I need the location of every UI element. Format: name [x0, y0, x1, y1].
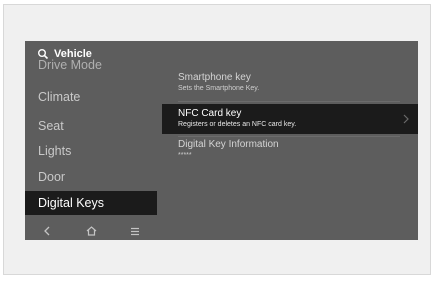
home-icon [86, 226, 96, 236]
row-title: Smartphone key [178, 72, 251, 83]
sidebar-item-climate[interactable]: Climate [25, 85, 157, 109]
divider [178, 101, 400, 102]
list-item-nfc-card-key[interactable]: NFC Card key Registers or deletes an NFC… [162, 104, 418, 134]
sidebar-item-label: Door [38, 170, 66, 184]
sidebar-item-label: Climate [38, 90, 81, 104]
sidebar-item-door[interactable]: Door [25, 165, 157, 189]
menu-button[interactable] [120, 222, 150, 240]
row-subtitle: ***** [178, 152, 192, 159]
bottom-nav [25, 222, 157, 240]
sidebar-item-seat[interactable]: Seat [25, 114, 157, 138]
search-icon[interactable] [37, 48, 49, 60]
back-icon [44, 226, 50, 236]
screen-header: Vehicle [37, 47, 92, 61]
home-button[interactable] [76, 222, 106, 240]
vehicle-settings-screen: Drive Mode Climate Seat Lights Door Digi… [25, 41, 418, 240]
sidebar-item-label: Digital Keys [38, 196, 104, 210]
row-title: Digital Key Information [178, 139, 279, 150]
sidebar-item-digital-keys[interactable]: Digital Keys [25, 191, 157, 215]
row-subtitle: Sets the Smartphone Key. [178, 85, 260, 92]
sidebar-item-label: Seat [38, 119, 64, 133]
screen-title: Vehicle [54, 48, 92, 60]
sidebar-item-lights[interactable]: Lights [25, 139, 157, 163]
list-item-digital-key-information[interactable]: Digital Key Information ***** [162, 139, 418, 167]
menu-icon [131, 227, 139, 235]
sidebar: Drive Mode Climate Seat Lights Door Digi… [25, 41, 157, 240]
sidebar-item-label: Lights [38, 144, 72, 158]
list-item-smartphone-key[interactable]: Smartphone key Sets the Smartphone Key. [162, 72, 418, 100]
chevron-right-icon [403, 114, 409, 124]
divider [178, 136, 400, 137]
row-subtitle: Registers or deletes an NFC card key. [178, 121, 297, 128]
content-panel: Smartphone key Sets the Smartphone Key. … [162, 41, 418, 240]
row-title: NFC Card key [178, 108, 242, 119]
back-button[interactable] [32, 222, 62, 240]
